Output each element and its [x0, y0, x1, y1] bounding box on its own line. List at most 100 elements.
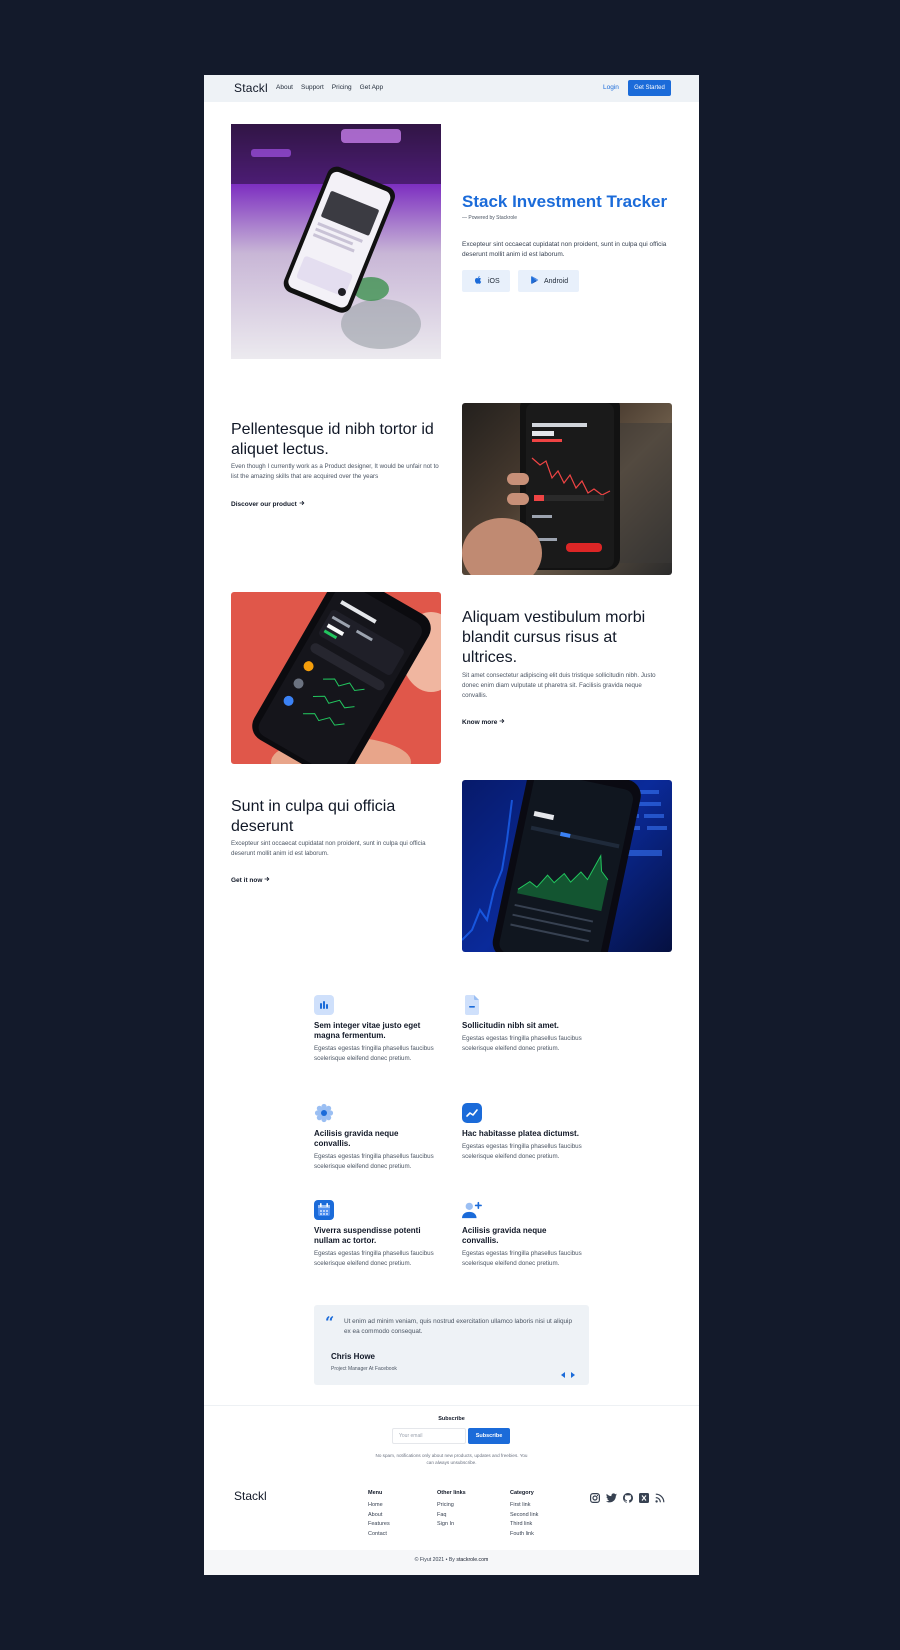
logo-text: Stackl [234, 81, 268, 95]
coin-chart-phone-image [462, 780, 672, 952]
footer-link[interactable]: First link [510, 1501, 538, 1511]
feature-title: Sem integer vitae justo eget magna ferme… [314, 1021, 421, 1040]
testimonial-quote: Ut enim ad minim veniam, quis nostrud ex… [344, 1318, 573, 1335]
quote-icon: “ [325, 1313, 335, 1332]
login-link[interactable]: Login [603, 84, 619, 91]
page: Stackl About Support Pricing Get App Log… [204, 75, 699, 1575]
hero-description: Excepteur sint occaecat cupidatat non pr… [462, 241, 667, 258]
get-started-button[interactable]: Get Started [628, 80, 671, 96]
feature-description: Egestas egestas fringilla phasellus fauc… [314, 1250, 434, 1267]
android-label: Android [544, 277, 569, 285]
get-it-now-link[interactable]: Get it now [231, 876, 270, 884]
feature-item: Sem integer vitae justo eget magna ferme… [314, 995, 434, 1064]
subscribe-button[interactable]: Subscribe [468, 1428, 510, 1444]
gear-icon [314, 1103, 334, 1123]
feature-item: Viverra suspendisse potenti nullam ac to… [314, 1200, 434, 1269]
hero-title: Stack Investment Tracker [462, 192, 668, 211]
footer-logo-text: Stackl [234, 1489, 267, 1503]
feature-item: Sollicitudin nibh sit amet. Egestas eges… [462, 995, 582, 1054]
divider [204, 1405, 699, 1406]
footer-column-category: Category First link Second link Third li… [510, 1490, 538, 1539]
footer-heading: Other links [437, 1490, 466, 1496]
feature-description: Egestas egestas fringilla phasellus fauc… [314, 1153, 434, 1170]
section-3-title: Sunt in culpa qui officia deserunt [231, 798, 396, 835]
rss-icon[interactable] [655, 1490, 665, 1508]
section-2-description: Sit amet consectetur adipiscing elit dui… [462, 672, 656, 699]
top-navbar: Stackl About Support Pricing Get App Log… [204, 75, 699, 102]
feature-item: Hac habitasse platea dictumst. Egestas e… [462, 1103, 582, 1162]
nav-link-about[interactable]: About [276, 84, 293, 91]
copyright-text: © Fiyut 2021 • By [414, 1557, 455, 1563]
testimonial-nav [561, 1365, 575, 1383]
hero-powered-by: — Powered by Stackrole [462, 215, 518, 221]
testimonial-role: Project Manager At Facebook [331, 1366, 397, 1372]
feature-title: Sollicitudin nibh sit amet. [462, 1021, 559, 1030]
feature-title: Hac habitasse platea dictumst. [462, 1129, 579, 1138]
footer-link[interactable]: Features [368, 1520, 390, 1530]
footer-link[interactable]: Sign In [437, 1520, 466, 1530]
feature-description: Egestas egestas fringilla phasellus fauc… [462, 1035, 582, 1052]
crypto-prices-phone-image [231, 592, 441, 764]
ios-label: iOS [488, 277, 500, 285]
arrow-right-icon [299, 500, 305, 508]
next-arrow-icon[interactable] [571, 1365, 575, 1383]
feature-title: Acilisis gravida neque convallis. [462, 1226, 547, 1245]
footer-link[interactable]: Second link [510, 1511, 538, 1521]
instagram-icon[interactable] [590, 1490, 601, 1508]
feature-description: Egestas egestas fringilla phasellus fauc… [462, 1143, 582, 1160]
google-play-icon [530, 275, 539, 287]
footer-link[interactable]: Contact [368, 1530, 390, 1540]
footer-heading: Category [510, 1490, 534, 1496]
github-icon[interactable] [623, 1490, 633, 1508]
footer-link[interactable]: Pricing [437, 1501, 466, 1511]
feature-title: Viverra suspendisse potenti nullam ac to… [314, 1226, 421, 1245]
trend-icon [462, 1103, 482, 1123]
section-3-description: Excepteur sint occaecat cupidatat non pr… [231, 840, 426, 857]
email-input[interactable] [392, 1428, 466, 1444]
subscribe-title: Subscribe [438, 1416, 465, 1422]
arrow-right-icon [499, 718, 505, 726]
subscribe-note: No spam, notifications only about new pr… [375, 1453, 528, 1465]
get-it-now-label: Get it now [231, 877, 263, 884]
document-icon [462, 995, 482, 1015]
prev-arrow-icon[interactable] [561, 1365, 565, 1383]
apple-icon [474, 275, 483, 287]
footer-heading: Menu [368, 1490, 383, 1496]
bar-chart-icon [314, 995, 334, 1015]
amc-stock-phone-image [462, 403, 672, 575]
social-links [590, 1490, 665, 1508]
know-more-label: Know more [462, 719, 498, 726]
footer-column-menu: Menu Home About Features Contact [368, 1490, 390, 1539]
discover-product-link[interactable]: Discover our product [231, 500, 305, 508]
feature-item: Acilisis gravida neque convallis. Egesta… [314, 1103, 434, 1172]
feature-item: Acilisis gravida neque convallis. Egesta… [462, 1200, 582, 1269]
nav-link-pricing[interactable]: Pricing [332, 84, 352, 91]
stackrole-link[interactable]: stackrole.com [456, 1557, 488, 1563]
arrow-right-icon [264, 876, 270, 884]
add-user-icon [462, 1200, 482, 1220]
copyright-bar: © Fiyut 2021 • By stackrole.com [204, 1550, 699, 1575]
twitter-icon[interactable] [606, 1490, 617, 1508]
section-2-title: Aliquam vestibulum morbi blandit cursus … [462, 609, 646, 666]
footer-link[interactable]: Faq [437, 1511, 466, 1521]
hero-phone-image [231, 124, 441, 359]
know-more-link[interactable]: Know more [462, 718, 505, 726]
footer-link[interactable]: About [368, 1511, 390, 1521]
nav-links: About Support Pricing Get App [276, 84, 383, 91]
footer-link[interactable]: Fouth link [510, 1530, 538, 1540]
nav-link-support[interactable]: Support [301, 84, 324, 91]
calendar-icon [314, 1200, 334, 1220]
footer-link[interactable]: Third link [510, 1520, 538, 1530]
nav-link-get-app[interactable]: Get App [360, 84, 384, 91]
testimonial-card: “ Ut enim ad minim veniam, quis nostrud … [314, 1305, 589, 1385]
footer-logo[interactable]: Stackl [234, 1489, 267, 1503]
ios-download-button[interactable]: iOS [462, 270, 510, 292]
feature-title: Acilisis gravida neque convallis. [314, 1129, 399, 1148]
logo[interactable]: Stackl [234, 81, 268, 95]
android-download-button[interactable]: Android [518, 270, 579, 292]
section-1-title: Pellentesque id nibh tortor id aliquet l… [231, 421, 434, 458]
xing-icon[interactable] [639, 1490, 649, 1508]
footer-link[interactable]: Home [368, 1501, 390, 1511]
feature-description: Egestas egestas fringilla phasellus fauc… [314, 1045, 434, 1062]
feature-description: Egestas egestas fringilla phasellus fauc… [462, 1250, 582, 1267]
